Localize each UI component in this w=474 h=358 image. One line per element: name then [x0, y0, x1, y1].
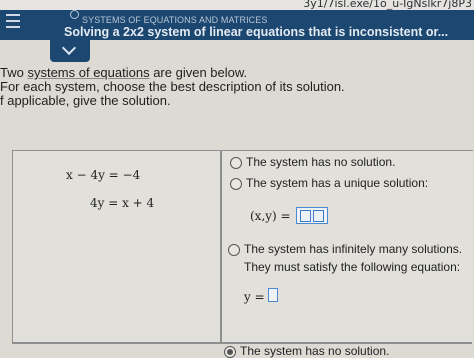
radio-system2-no-solution[interactable] [224, 346, 236, 358]
option-infinite-sublabel: They must satisfy the following equation… [244, 260, 461, 274]
page-title: Solving a 2x2 system of linear equations… [64, 25, 449, 39]
equation-input[interactable] [268, 288, 278, 302]
radio-infinitely-many[interactable] [228, 244, 240, 256]
browser-address-bar[interactable]: 3y1/7isl.exe/1o_u-IgNslkr7j8P3 [0, 0, 474, 10]
option-unique-label: The system has a unique solution: [246, 176, 429, 190]
infinite-solution-expression: y = [244, 290, 265, 304]
assignment-header: SYSTEMS OF EQUATIONS AND MATRICES Solvin… [0, 10, 474, 40]
instr-line-3: f applicable, give the solution. [0, 93, 171, 108]
equation-1: x − 4y = −4 [66, 168, 141, 182]
systems-of-equations-link[interactable]: systems of equations [27, 65, 149, 80]
y-value-input[interactable] [313, 210, 324, 222]
radio-no-solution[interactable] [230, 157, 242, 169]
option-infinite-label: The system has infinitely many solutions… [244, 242, 463, 256]
radio-unique-solution[interactable] [230, 178, 242, 190]
instr-prefix: Two [0, 65, 28, 80]
section-label: SYSTEMS OF EQUATIONS AND MATRICES [82, 15, 268, 25]
instr-line-2: For each system, choose the best descrip… [0, 79, 345, 94]
collapse-header-button[interactable] [50, 40, 90, 62]
column-divider [220, 150, 222, 342]
option-no-solution-label: The system has no solution. [246, 155, 396, 169]
instr-suffix: are given below. [149, 65, 248, 80]
unique-solution-expression: (x,y) = [250, 209, 291, 223]
equation-2: 4y = x + 4 [90, 196, 155, 210]
url-text: 3y1/7isl.exe/1o_u-IgNslkr7j8P3 [303, 0, 472, 10]
system2-no-solution-label: The system has no solution. [240, 344, 390, 358]
ordered-pair-input[interactable] [296, 207, 328, 224]
x-value-input[interactable] [300, 210, 311, 222]
chevron-down-icon [61, 40, 77, 56]
menu-icon[interactable] [6, 10, 20, 32]
problem-instructions: Two systems of equations are given below… [0, 66, 474, 108]
progress-circle-icon [70, 10, 79, 19]
